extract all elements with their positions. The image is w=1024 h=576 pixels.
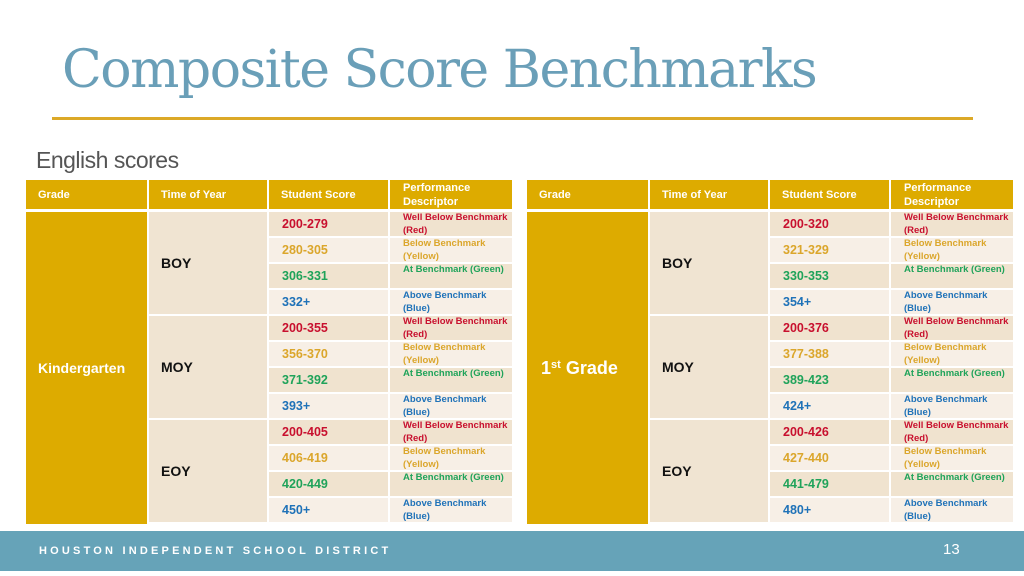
- score-range-eoy-green: 441-479: [770, 472, 889, 496]
- grade-label: 1st Grade: [527, 212, 648, 524]
- header-performance-descriptor: Performance Descriptor: [390, 180, 512, 209]
- score-range-eoy-yellow: 427-440: [770, 446, 889, 470]
- performance-descriptor-yellow: Below Benchmark (Yellow): [891, 342, 1013, 366]
- score-range-boy-blue: 354+: [770, 290, 889, 314]
- score-range-moy-blue: 393+: [269, 394, 388, 418]
- performance-descriptor-blue: Above Benchmark (Blue): [390, 394, 512, 418]
- performance-descriptor-red: Well Below Benchmark (Red): [891, 212, 1013, 236]
- performance-descriptor-yellow: Below Benchmark (Yellow): [891, 446, 1013, 470]
- score-range-eoy-green: 420-449: [269, 472, 388, 496]
- score-range-boy-red: 200-320: [770, 212, 889, 236]
- performance-descriptor-red: Well Below Benchmark (Red): [891, 420, 1013, 444]
- performance-descriptor-red: Well Below Benchmark (Red): [390, 420, 512, 444]
- section-subtitle: English scores: [36, 147, 179, 173]
- time-of-year-boy: BOY: [149, 212, 267, 314]
- grade-word: Grade: [565, 357, 618, 378]
- score-range-eoy-blue: 480+: [770, 498, 889, 522]
- performance-descriptor-red: Well Below Benchmark (Red): [390, 212, 512, 236]
- performance-descriptor-yellow: Below Benchmark (Yellow): [390, 342, 512, 366]
- time-of-year-moy: MOY: [650, 316, 768, 418]
- score-range-boy-green: 330-353: [770, 264, 889, 288]
- score-range-eoy-red: 200-405: [269, 420, 388, 444]
- performance-descriptor-yellow: Below Benchmark (Yellow): [891, 238, 1013, 262]
- score-range-boy-green: 306-331: [269, 264, 388, 288]
- score-range-moy-red: 200-376: [770, 316, 889, 340]
- footer-bar: HOUSTON INDEPENDENT SCHOOL DISTRICT 13: [0, 531, 1024, 571]
- performance-descriptor-green: At Benchmark (Green): [891, 264, 1013, 288]
- score-range-moy-green: 389-423: [770, 368, 889, 392]
- score-range-boy-yellow: 280-305: [269, 238, 388, 262]
- header-time-of-year: Time of Year: [149, 180, 267, 209]
- performance-descriptor-blue: Above Benchmark (Blue): [390, 498, 512, 522]
- score-range-moy-red: 200-355: [269, 316, 388, 340]
- page-number: 13: [943, 541, 960, 558]
- performance-descriptor-red: Well Below Benchmark (Red): [390, 316, 512, 340]
- time-of-year-eoy: EOY: [650, 420, 768, 522]
- performance-descriptor-green: At Benchmark (Green): [891, 472, 1013, 496]
- time-of-year-moy: MOY: [149, 316, 267, 418]
- score-range-moy-yellow: 356-370: [269, 342, 388, 366]
- time-of-year-eoy: EOY: [149, 420, 267, 522]
- performance-descriptor-blue: Above Benchmark (Blue): [891, 394, 1013, 418]
- performance-descriptor-blue: Above Benchmark (Blue): [891, 290, 1013, 314]
- performance-descriptor-yellow: Below Benchmark (Yellow): [390, 446, 512, 470]
- benchmark-table-first-grade: Grade Time of Year Student Score Perform…: [527, 180, 1013, 524]
- performance-descriptor-red: Well Below Benchmark (Red): [891, 316, 1013, 340]
- page-title: Composite Score Benchmarks: [62, 40, 818, 100]
- performance-descriptor-green: At Benchmark (Green): [390, 264, 512, 288]
- performance-descriptor-green: At Benchmark (Green): [390, 368, 512, 392]
- performance-descriptor-blue: Above Benchmark (Blue): [390, 290, 512, 314]
- performance-descriptor-green: At Benchmark (Green): [390, 472, 512, 496]
- header-student-score: Student Score: [269, 180, 388, 209]
- performance-descriptor-blue: Above Benchmark (Blue): [891, 498, 1013, 522]
- score-range-moy-green: 371-392: [269, 368, 388, 392]
- header-grade: Grade: [527, 180, 648, 209]
- grade-suffix: st: [551, 359, 561, 371]
- score-range-eoy-red: 200-426: [770, 420, 889, 444]
- time-of-year-boy: BOY: [650, 212, 768, 314]
- score-range-eoy-blue: 450+: [269, 498, 388, 522]
- grade-label: Kindergarten: [26, 212, 147, 524]
- score-range-boy-red: 200-279: [269, 212, 388, 236]
- grade-number: 1: [541, 357, 552, 378]
- footer-organization: HOUSTON INDEPENDENT SCHOOL DISTRICT: [39, 545, 392, 557]
- header-grade: Grade: [26, 180, 147, 209]
- performance-descriptor-yellow: Below Benchmark (Yellow): [390, 238, 512, 262]
- score-range-moy-yellow: 377-388: [770, 342, 889, 366]
- header-student-score: Student Score: [770, 180, 889, 209]
- score-range-boy-yellow: 321-329: [770, 238, 889, 262]
- score-range-moy-blue: 424+: [770, 394, 889, 418]
- performance-descriptor-green: At Benchmark (Green): [891, 368, 1013, 392]
- title-divider: [52, 117, 973, 120]
- benchmark-table-kindergarten: Grade Time of Year Student Score Perform…: [26, 180, 512, 524]
- header-performance-descriptor: Performance Descriptor: [891, 180, 1013, 209]
- score-range-boy-blue: 332+: [269, 290, 388, 314]
- header-time-of-year: Time of Year: [650, 180, 768, 209]
- score-range-eoy-yellow: 406-419: [269, 446, 388, 470]
